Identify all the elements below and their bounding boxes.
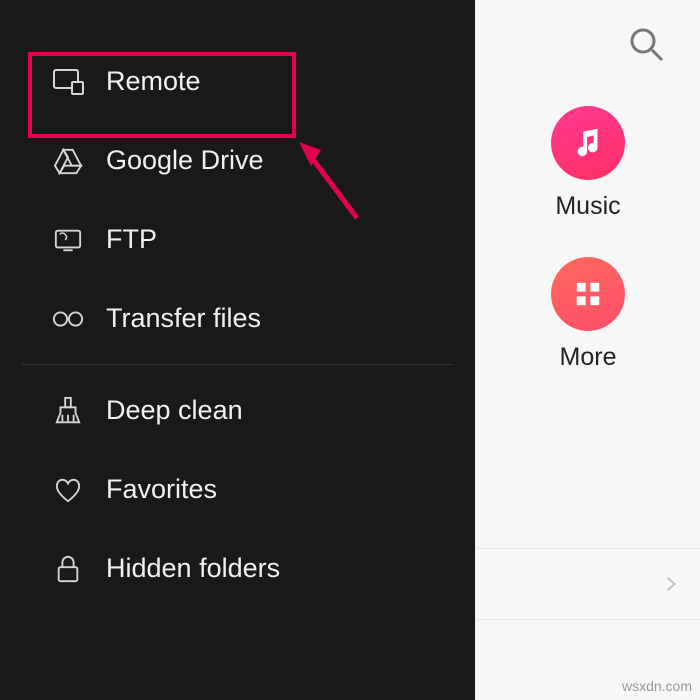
chevron-right-icon (662, 575, 680, 593)
grid-icon (551, 257, 625, 331)
sidebar-item-label: FTP (106, 224, 157, 255)
heart-icon (52, 475, 84, 505)
sidebar-item-transfer-files[interactable]: Transfer files (0, 279, 475, 358)
main-panel: Music More wsxdn.com (475, 0, 700, 700)
app-frame: Remote Google Drive (0, 0, 700, 700)
tile-label: Music (555, 192, 620, 221)
sidebar-item-label: Transfer files (106, 303, 261, 334)
divider (22, 364, 453, 365)
sidebar-item-label: Remote (106, 66, 201, 97)
sidebar-item-label: Favorites (106, 474, 217, 505)
music-icon (551, 106, 625, 180)
tile-music[interactable]: Music (551, 106, 625, 221)
sidebar-item-deep-clean[interactable]: Deep clean (0, 371, 475, 450)
sidebar-item-favorites[interactable]: Favorites (0, 450, 475, 529)
sidebar-item-hidden-folders[interactable]: Hidden folders (0, 529, 475, 608)
watermark: wsxdn.com (622, 678, 692, 694)
drive-icon (52, 146, 84, 176)
lock-icon (52, 554, 84, 584)
nav-drawer: Remote Google Drive (0, 0, 475, 700)
monitor-icon (52, 67, 84, 97)
tile-label: More (560, 343, 617, 372)
sidebar-item-remote[interactable]: Remote (0, 42, 475, 121)
broom-icon (52, 396, 84, 426)
category-grid: Music More (476, 106, 700, 372)
sidebar-item-label: Hidden folders (106, 553, 280, 584)
ftp-icon (52, 225, 84, 255)
list-row[interactable] (476, 548, 700, 620)
tile-more[interactable]: More (551, 257, 625, 372)
link-icon (52, 304, 84, 334)
sidebar-item-ftp[interactable]: FTP (0, 200, 475, 279)
sidebar-item-label: Google Drive (106, 145, 264, 176)
search-button[interactable] (626, 24, 666, 64)
sidebar-item-label: Deep clean (106, 395, 243, 426)
sidebar-item-google-drive[interactable]: Google Drive (0, 121, 475, 200)
